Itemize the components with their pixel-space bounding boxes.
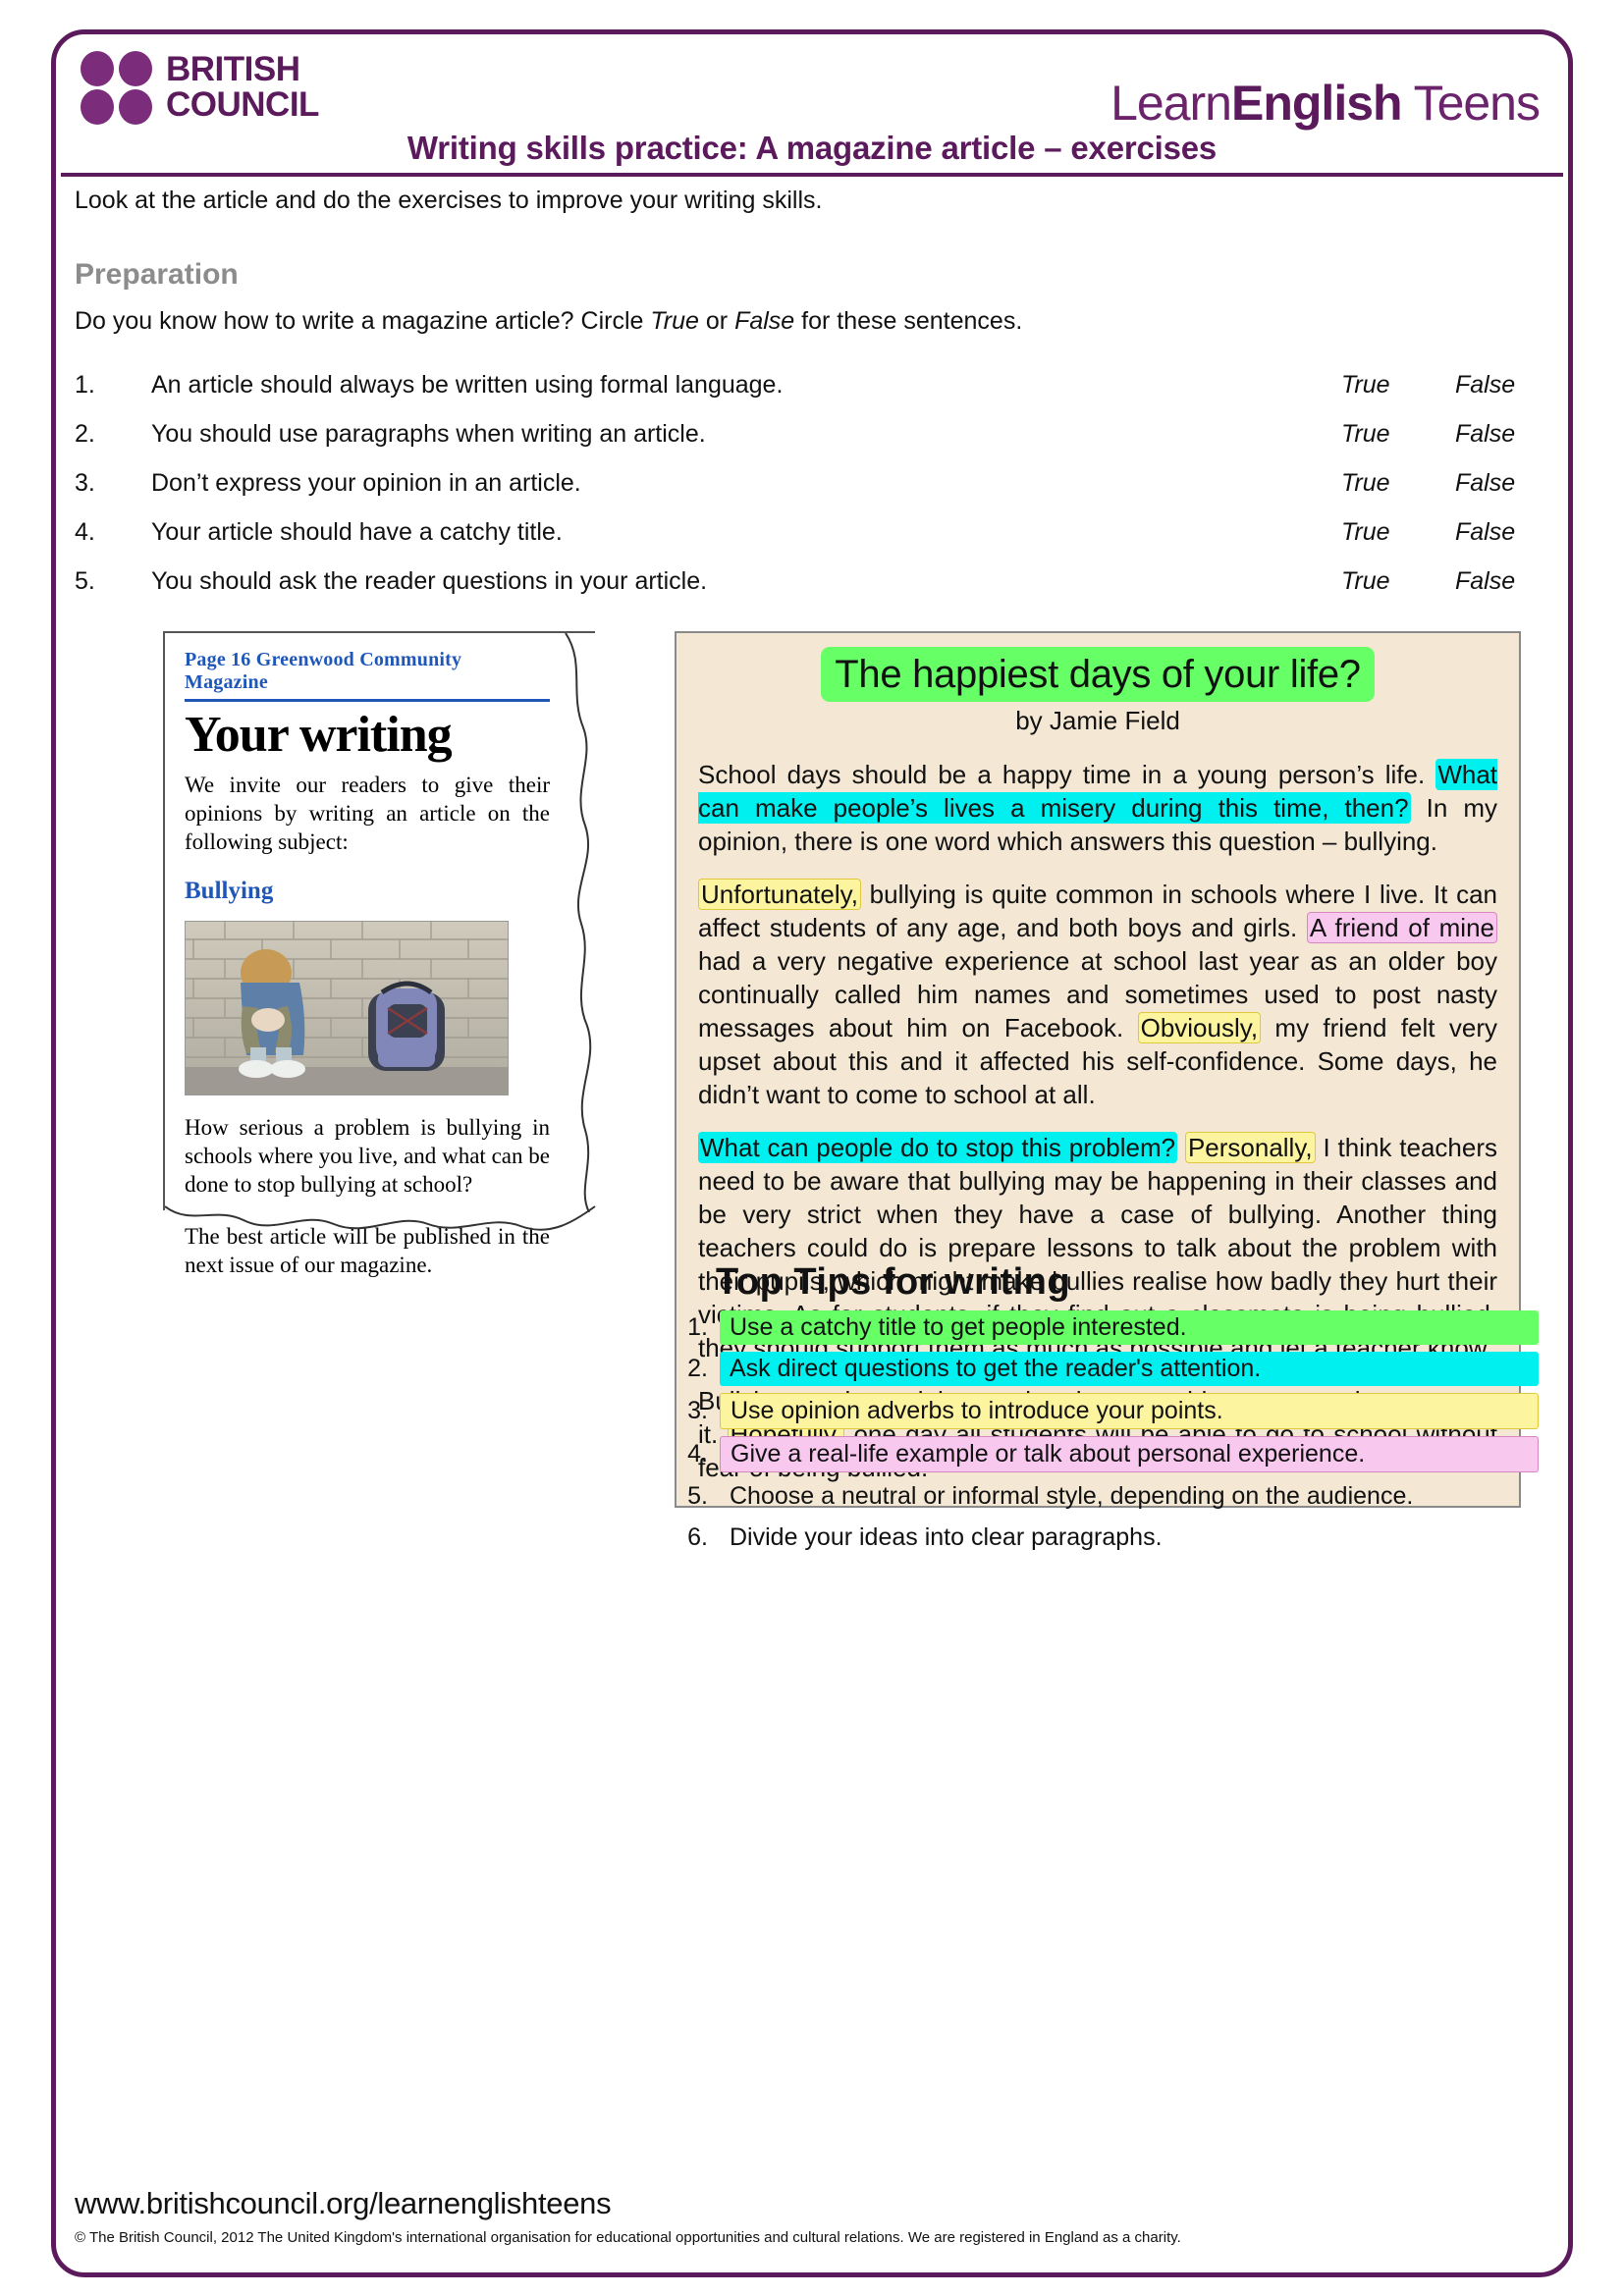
highlight-adverb-3: Personally, [1184,1132,1316,1163]
british-council-wordmark: BRITISH COUNCIL [166,49,319,124]
answer-option-false[interactable]: False [1455,371,1563,400]
article-paragraph-2: Unfortunately, bullying is quite common … [698,878,1498,1111]
tip-item: 4. Give a real-life example or talk abou… [675,1436,1539,1472]
bc-line-2: COUNCIL [166,84,319,124]
header-divider [61,173,1563,177]
tip-number: 1. [687,1313,708,1341]
learnenglish-teens-logo: LearnEnglish Teens [1110,76,1541,131]
tip-item: 1. Use a catchy title to get people inte… [675,1310,1539,1345]
answer-option-false[interactable]: False [1455,420,1563,449]
preparation-heading: Preparation [75,258,239,291]
magazine-masthead: Page 16 Greenwood Community Magazine [185,649,550,702]
highlight-adverb-2: Obviously, [1137,1012,1262,1043]
tip-text: Use opinion adverbs to introduce your po… [720,1393,1539,1429]
clipping-paragraph-1: We invite our readers to give their opin… [185,773,550,854]
highlight-question-2: What can people do to stop this problem? [698,1132,1178,1163]
answer-option-true[interactable]: True [1341,567,1455,596]
article-title: The happiest days of your life? [821,647,1375,702]
article-paragraph-1: School days should be a happy time in a … [698,758,1497,858]
clipping-subject-heading: Bullying [185,878,274,904]
logo-english: English [1231,76,1403,131]
tip-text: Give a real-life example or talk about p… [720,1436,1539,1472]
question-row: 1. An article should always be written u… [75,371,1563,400]
tip-item: 5. Choose a neutral or informal style, d… [675,1479,1539,1514]
british-council-logo: BRITISH COUNCIL [81,49,319,125]
clipping-paragraph-2: How serious a problem is bullying in sch… [185,1115,550,1197]
question-number: 1. [75,371,95,399]
tip-number: 3. [687,1397,708,1424]
instruction-part-1: Do you know how to write a magazine arti… [75,307,651,335]
logo-teens: Teens [1401,76,1541,131]
highlight-personal-1: A friend of mine [1306,912,1498,943]
preparation-question-list: 1. An article should always be written u… [61,371,1563,596]
question-number: 3. [75,469,95,497]
page-header: BRITISH COUNCIL LearnEnglish Teens Writi… [61,39,1563,177]
question-text: You should ask the reader questions in y… [151,567,708,595]
question-number: 2. [75,420,95,448]
bc-line-1: BRITISH [166,49,300,88]
article-byline: by Jamie Field [1015,706,1180,735]
tip-item: 6. Divide your ideas into clear paragrap… [675,1521,1539,1555]
question-text: Don’t express your opinion in an article… [151,469,581,497]
answer-option-true[interactable]: True [1341,469,1455,498]
intro-text: Look at the article and do the exercises… [75,187,823,214]
answer-option-true[interactable]: True [1341,518,1455,547]
british-council-dots-icon [81,51,152,125]
tip-text: Ask direct questions to get the reader's… [720,1352,1539,1386]
answer-option-true[interactable]: True [1341,371,1455,400]
top-tips-section: Top Tips for writing 1. Use a catchy tit… [675,1261,1539,1555]
content-area: Page 16 Greenwood Community Magazine You… [61,631,1563,1551]
tip-text: Choose a neutral or informal style, depe… [730,1482,1414,1510]
question-row: 3. Don’t express your opinion in an arti… [75,469,1563,498]
tip-number: 5. [687,1482,708,1510]
bullying-photo [185,921,509,1095]
tip-text: Divide your ideas into clear paragraphs. [730,1523,1163,1551]
page-footer: www.britishcouncil.org/learnenglishteens… [61,2186,1563,2246]
clipping-paragraph-3: The best article will be published in th… [185,1224,550,1277]
footer-copyright: © The British Council, 2012 The United K… [75,2229,1181,2246]
photo-illustration-icon [186,922,508,1095]
top-tips-heading: Top Tips for writing [716,1261,1071,1303]
page-title: Writing skills practice: A magazine arti… [406,130,1218,166]
instruction-false-word: False [734,307,795,335]
question-text: Your article should have a catchy title. [151,518,563,546]
tip-text: Use a catchy title to get people interes… [720,1310,1539,1345]
question-text: An article should always be written usin… [151,371,784,399]
answer-option-false[interactable]: False [1455,567,1563,596]
clipping-content: Page 16 Greenwood Community Magazine You… [165,633,595,1289]
preparation-instruction: Do you know how to write a magazine arti… [61,307,1563,336]
question-row: 2. You should use paragraphs when writin… [75,420,1563,449]
highlight-adverb-1: Unfortunately, [698,879,861,910]
question-number: 5. [75,567,95,595]
worksheet-page: BRITISH COUNCIL LearnEnglish Teens Writi… [0,0,1624,2296]
question-row: 4. Your article should have a catchy tit… [75,518,1563,547]
tip-item: 3. Use opinion adverbs to introduce your… [675,1393,1539,1429]
answer-option-false[interactable]: False [1455,518,1563,547]
footer-website-url[interactable]: www.britishcouncil.org/learnenglishteens [75,2186,1563,2221]
instruction-true-word: True [650,307,699,335]
logo-learn: Learn [1110,76,1232,131]
instruction-part-3: for these sentences. [794,307,1023,335]
question-row: 5. You should ask the reader questions i… [75,567,1563,596]
answer-option-true[interactable]: True [1341,420,1455,449]
tip-number: 4. [687,1440,708,1468]
answer-option-false[interactable]: False [1455,469,1563,498]
tip-item: 2. Ask direct questions to get the reade… [675,1352,1539,1386]
tip-number: 6. [687,1523,708,1551]
body-area: Look at the article and do the exercises… [61,187,1563,1551]
page-content: BRITISH COUNCIL LearnEnglish Teens Writi… [61,39,1563,2268]
tip-number: 2. [687,1355,708,1382]
question-number: 4. [75,518,95,546]
instruction-part-2: or [698,307,735,335]
question-text: You should use paragraphs when writing a… [151,420,706,448]
magazine-clipping: Page 16 Greenwood Community Magazine You… [163,631,596,1277]
p1-text-a: School days should be a happy time in a … [698,760,1436,789]
article-title-wrap: The happiest days of your life? [698,647,1497,702]
clipping-title: Your writing [185,707,453,763]
